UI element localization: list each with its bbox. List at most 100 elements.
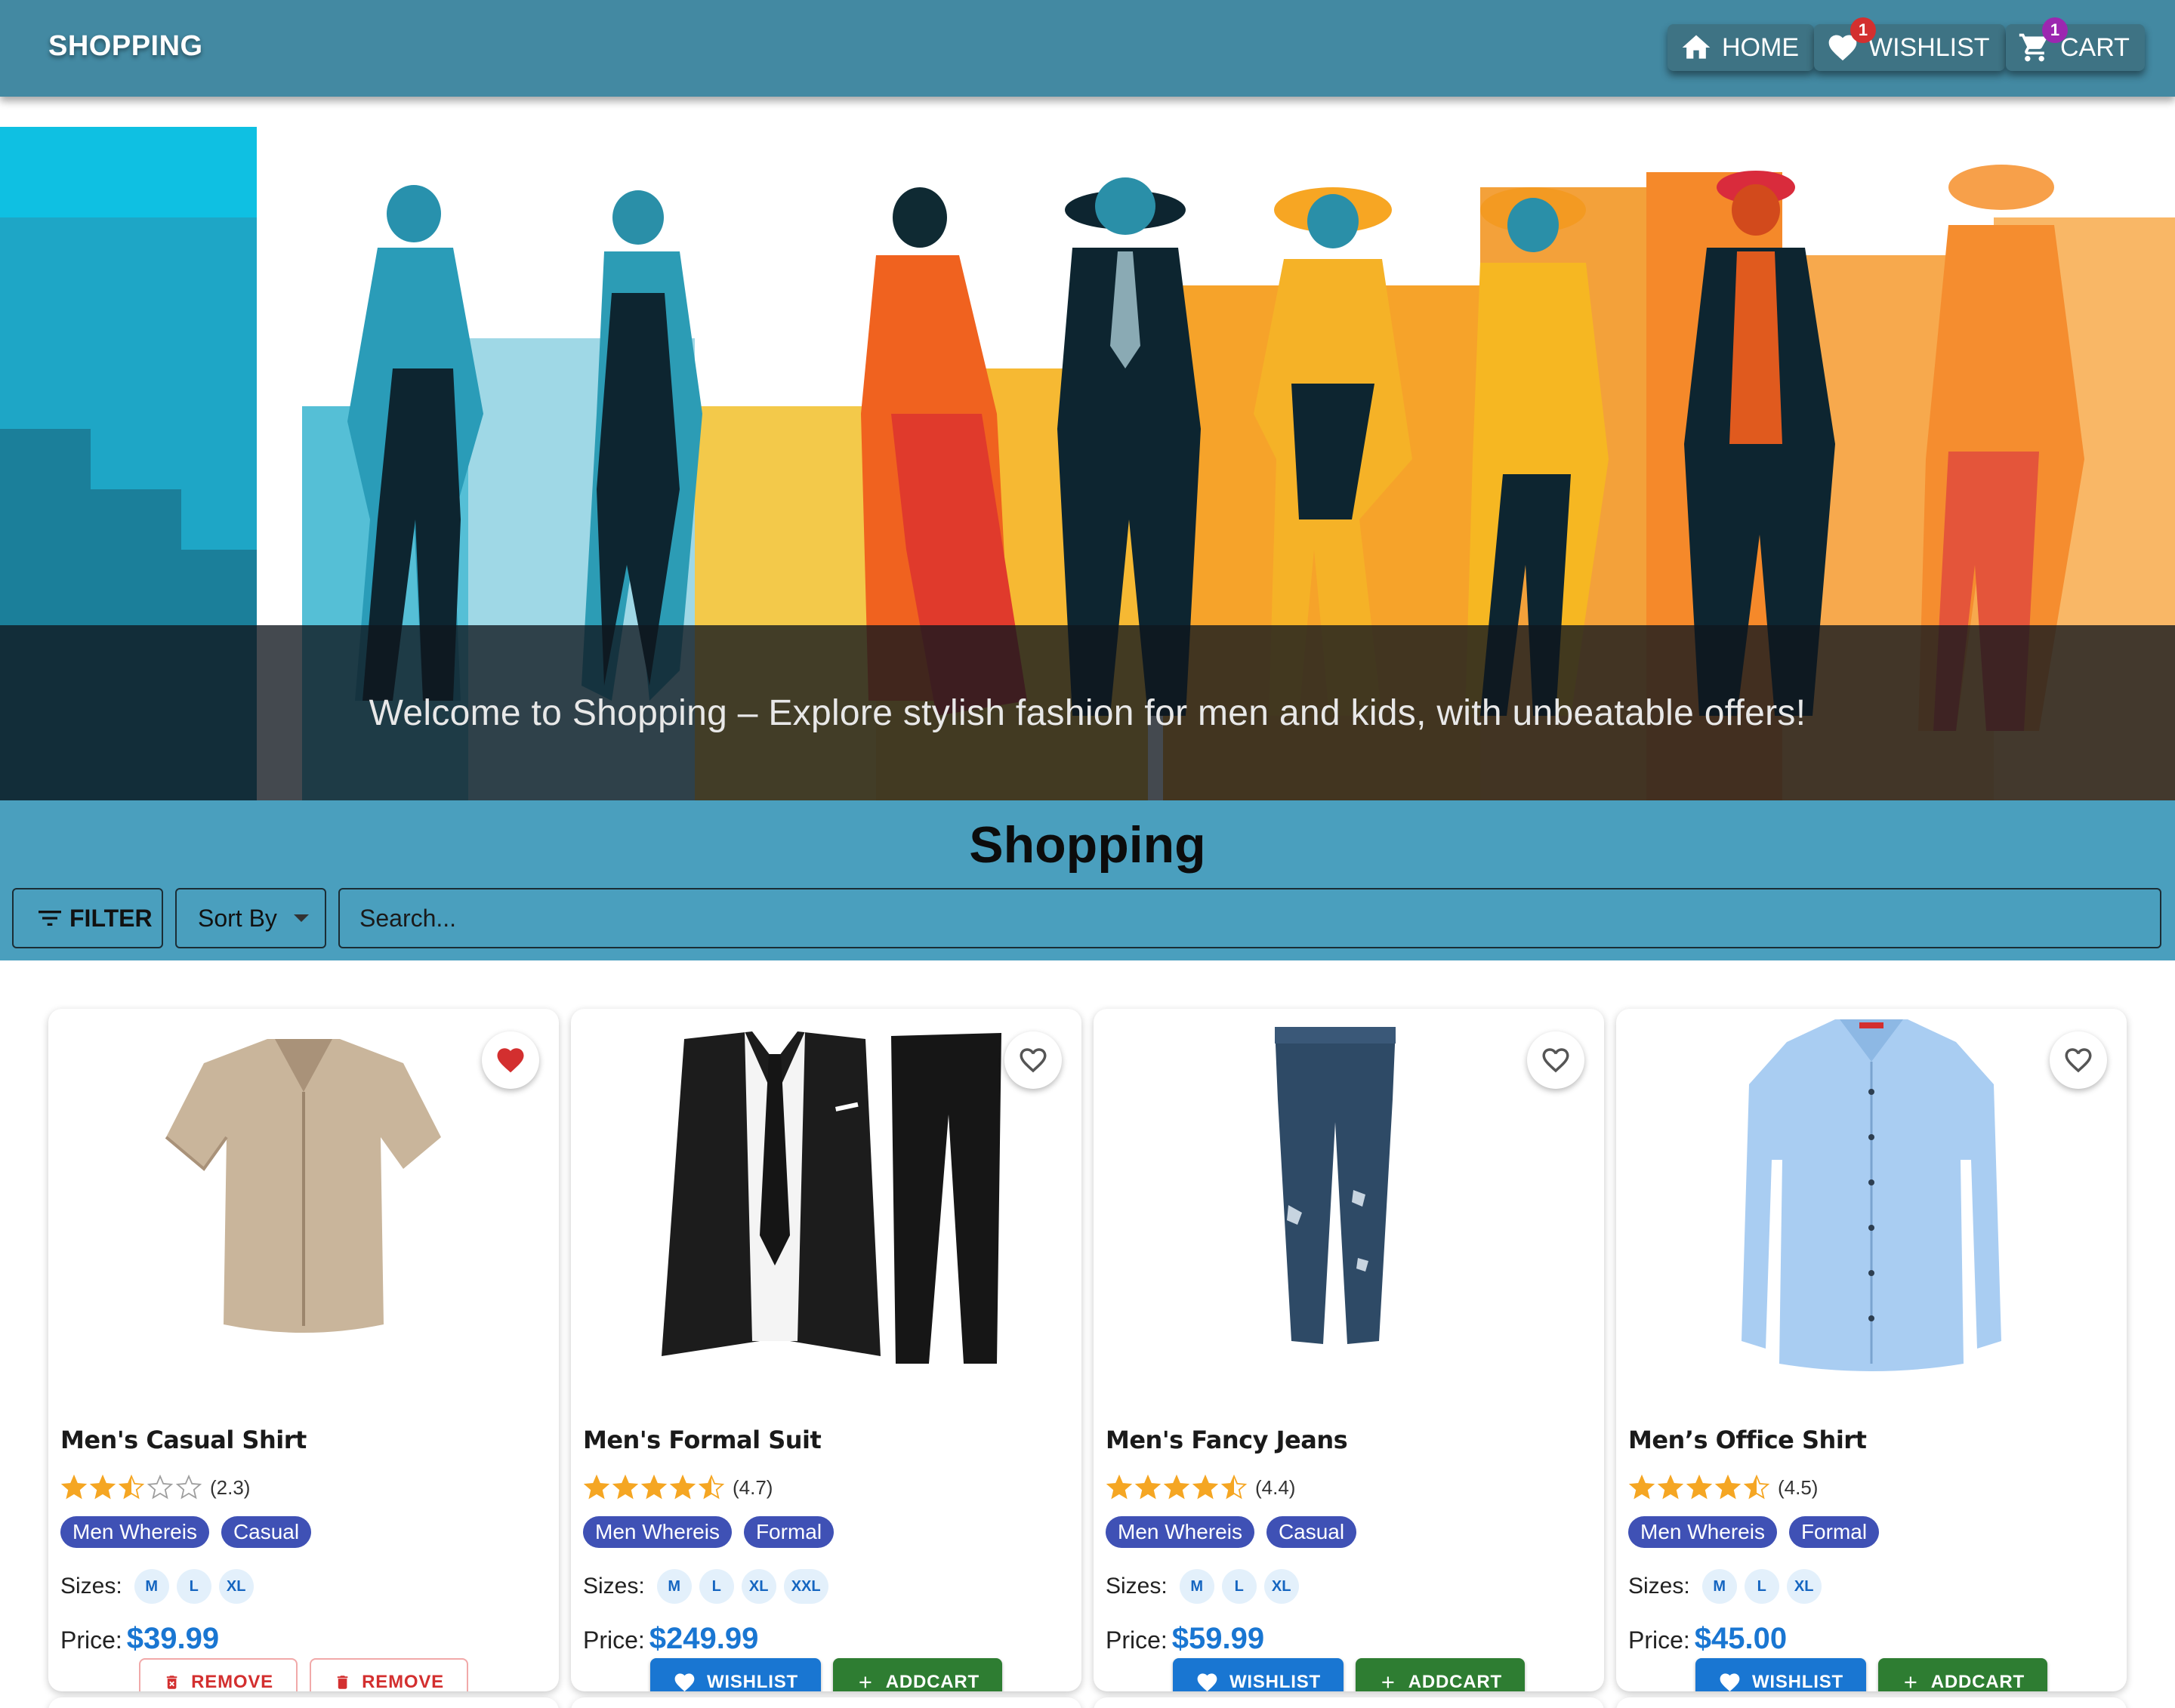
cart-nav-label: CART bbox=[2060, 32, 2130, 62]
size-chip[interactable]: XXL bbox=[783, 1569, 828, 1604]
star-filled-icon bbox=[1106, 1474, 1133, 1500]
plus-icon bbox=[1905, 1676, 1917, 1688]
star-empty-icon bbox=[147, 1474, 174, 1500]
tag-chip[interactable]: Men Whereis bbox=[583, 1516, 732, 1548]
star-half-icon bbox=[118, 1474, 145, 1500]
next-row-card bbox=[1094, 1697, 1604, 1708]
cart-nav-button[interactable]: 1 CART bbox=[2006, 17, 2145, 71]
filter-icon bbox=[39, 911, 61, 926]
size-chip[interactable]: XL bbox=[218, 1569, 254, 1604]
size-chip[interactable]: M bbox=[656, 1569, 692, 1604]
size-chip[interactable]: XL bbox=[741, 1569, 776, 1604]
product-price: Price: $45.00 bbox=[1628, 1622, 1787, 1656]
product-rating: (4.5) bbox=[1628, 1474, 1818, 1501]
star-filled-icon bbox=[1134, 1474, 1162, 1500]
wishlist-label: WISHLIST bbox=[1751, 1672, 1843, 1691]
star-filled-icon bbox=[1628, 1474, 1655, 1500]
add-to-wishlist-button[interactable]: WISHLIST bbox=[1695, 1658, 1866, 1691]
add-to-wishlist-button[interactable]: WISHLIST bbox=[1173, 1658, 1344, 1691]
addcart-label: ADDCART bbox=[1408, 1672, 1502, 1691]
heart-outline-icon bbox=[2065, 1048, 2092, 1073]
filter-label: FILTER bbox=[69, 904, 153, 932]
rating-stars bbox=[1106, 1474, 1248, 1501]
search-input[interactable] bbox=[338, 888, 2161, 948]
price-label: Price: bbox=[60, 1626, 122, 1654]
cart-count-badge: 1 bbox=[2042, 17, 2068, 43]
wishlist-label: WISHLIST bbox=[706, 1672, 798, 1691]
product-name[interactable]: Men's Casual Shirt bbox=[60, 1426, 307, 1454]
product-name[interactable]: Men's Fancy Jeans bbox=[1106, 1426, 1348, 1454]
size-chip[interactable]: L bbox=[699, 1569, 734, 1604]
remove-label: REMOVE bbox=[191, 1672, 273, 1691]
tag-chip[interactable]: Formal bbox=[743, 1516, 835, 1548]
favorite-toggle[interactable] bbox=[2050, 1031, 2107, 1089]
add-to-cart-button[interactable]: ADDCART bbox=[833, 1658, 1002, 1691]
size-chip[interactable]: XL bbox=[1786, 1569, 1822, 1604]
product-price: Price: $249.99 bbox=[583, 1622, 758, 1656]
size-chip[interactable]: M bbox=[134, 1569, 169, 1604]
product-sizes: Sizes: M L XL bbox=[1628, 1569, 1822, 1604]
product-card: Men's Formal Suit (4.7) Men Whereis Form… bbox=[571, 1009, 1081, 1691]
product-rating: (4.4) bbox=[1106, 1474, 1295, 1501]
card-actions: REMOVE REMOVE bbox=[48, 1658, 559, 1691]
remove-from-wishlist-button[interactable]: REMOVE bbox=[139, 1658, 298, 1691]
sort-by-label: Sort By bbox=[198, 904, 277, 932]
size-chip[interactable]: XL bbox=[1263, 1569, 1299, 1604]
tag-chip[interactable]: Men Whereis bbox=[1628, 1516, 1777, 1548]
wishlist-nav-button[interactable]: 1 WISHLIST bbox=[1814, 17, 2005, 71]
price-label: Price: bbox=[1106, 1626, 1168, 1654]
tag-chip[interactable]: Casual bbox=[221, 1516, 312, 1548]
product-price: Price: $59.99 bbox=[1106, 1622, 1264, 1656]
add-to-cart-button[interactable]: ADDCART bbox=[1878, 1658, 2047, 1691]
size-chip[interactable]: M bbox=[1701, 1569, 1737, 1604]
price-value: $45.00 bbox=[1694, 1622, 1788, 1655]
star-half-icon bbox=[698, 1474, 725, 1500]
size-chip[interactable]: L bbox=[1744, 1569, 1779, 1604]
filter-button[interactable]: FILTER bbox=[12, 888, 163, 948]
tag-chip[interactable]: Men Whereis bbox=[60, 1516, 209, 1548]
card-actions: WISHLIST ADDCART bbox=[571, 1658, 1081, 1691]
heart-outline-icon bbox=[1020, 1048, 1047, 1073]
product-card: Men's Fancy Jeans (4.4) Men Whereis Casu… bbox=[1094, 1009, 1604, 1691]
hero-banner: Welcome to Shopping – Explore stylish fa… bbox=[0, 97, 2175, 800]
product-grid: Men's Casual Shirt (2.3) Men Whereis Cas… bbox=[0, 960, 2175, 1708]
plus-icon bbox=[859, 1676, 872, 1688]
size-chip[interactable]: L bbox=[1221, 1569, 1257, 1604]
star-filled-icon bbox=[640, 1474, 668, 1500]
shop-toolbar-band: Shopping FILTER Sort By bbox=[0, 800, 2175, 960]
product-name[interactable]: Men's Formal Suit bbox=[583, 1426, 822, 1454]
sort-by-dropdown[interactable]: Sort By bbox=[175, 888, 326, 948]
favorite-toggle[interactable] bbox=[1004, 1031, 1062, 1089]
size-chip[interactable]: M bbox=[1179, 1569, 1214, 1604]
heart-icon bbox=[674, 1673, 695, 1691]
rating-value: (2.3) bbox=[210, 1475, 251, 1499]
product-price: Price: $39.99 bbox=[60, 1622, 219, 1656]
rating-stars bbox=[583, 1474, 725, 1501]
product-tags: Men Whereis Formal bbox=[583, 1516, 835, 1548]
star-half-icon bbox=[1220, 1474, 1248, 1500]
product-sizes: Sizes: M L XL XXL bbox=[583, 1569, 828, 1604]
add-to-wishlist-button[interactable]: WISHLIST bbox=[650, 1658, 821, 1691]
favorite-toggle[interactable] bbox=[1527, 1031, 1584, 1089]
tag-chip[interactable]: Formal bbox=[1788, 1516, 1880, 1548]
sizes-label: Sizes: bbox=[1106, 1574, 1168, 1599]
tag-chip[interactable]: Casual bbox=[1266, 1516, 1357, 1548]
home-button[interactable]: HOME bbox=[1668, 24, 1814, 71]
card-actions: WISHLIST ADDCART bbox=[1094, 1658, 1604, 1691]
next-row-card bbox=[1616, 1697, 2127, 1708]
price-value: $249.99 bbox=[649, 1622, 759, 1655]
size-chip[interactable]: L bbox=[176, 1569, 211, 1604]
tag-chip[interactable]: Men Whereis bbox=[1106, 1516, 1254, 1548]
brand-title[interactable]: SHOPPING bbox=[48, 30, 203, 63]
home-icon bbox=[1680, 31, 1713, 64]
favorite-toggle[interactable] bbox=[482, 1031, 539, 1089]
product-name[interactable]: Men’s Office Shirt bbox=[1628, 1426, 1867, 1454]
add-to-cart-button[interactable]: ADDCART bbox=[1356, 1658, 1525, 1691]
page-title: Shopping bbox=[969, 816, 1206, 874]
product-rating: (2.3) bbox=[60, 1474, 250, 1501]
remove-from-cart-button[interactable]: REMOVE bbox=[310, 1658, 468, 1691]
heart-filled-icon bbox=[497, 1048, 524, 1073]
heart-outline-icon bbox=[1542, 1048, 1569, 1073]
rating-value: (4.7) bbox=[733, 1475, 773, 1499]
card-actions: WISHLIST ADDCART bbox=[1616, 1658, 2127, 1691]
